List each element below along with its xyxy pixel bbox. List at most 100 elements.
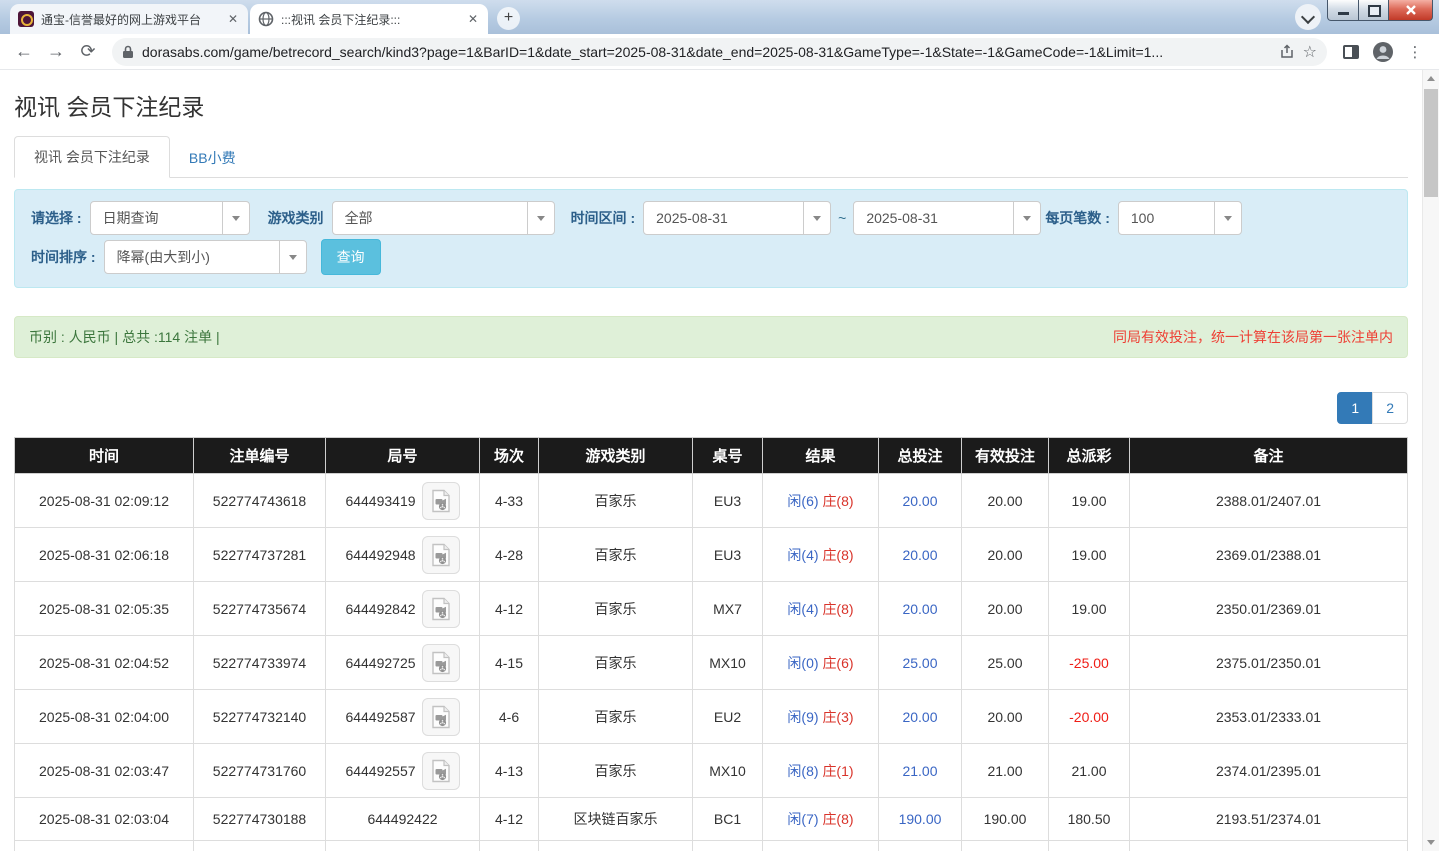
- cell-payout: 21.00: [1048, 743, 1130, 798]
- video-replay-button[interactable]: [421, 751, 460, 790]
- close-icon[interactable]: ✕: [466, 12, 480, 26]
- side-panel-icon[interactable]: [1337, 38, 1365, 66]
- date-range-tilde: ~: [838, 210, 847, 226]
- date-end-select[interactable]: 2025-08-31: [853, 201, 1042, 235]
- cell-result: 闲(6) 庄(8): [762, 473, 879, 528]
- video-replay-button[interactable]: [421, 697, 460, 736]
- cell-table-number: MX10: [692, 743, 763, 798]
- result-player: 闲(0): [787, 654, 819, 671]
- pagination-page-2[interactable]: 2: [1372, 392, 1408, 424]
- column-header: 游戏类别: [538, 437, 693, 474]
- column-header: 总派彩: [1048, 437, 1130, 474]
- bookmark-star-icon[interactable]: ☆: [1303, 42, 1317, 62]
- column-header: 注单编号: [193, 437, 326, 474]
- scrollbar-up-icon[interactable]: [1423, 70, 1439, 87]
- pagination-page-1[interactable]: 1: [1337, 392, 1374, 424]
- cell-payout: 19.00: [1048, 527, 1130, 582]
- summary-currency-total: 币别 : 人民币 | 总共 :114 注单 |: [29, 329, 220, 345]
- filter-panel: 请选择 : 日期查询 游戏类别 全部 时间区间 : 2025-08-31 ~ 2…: [14, 189, 1408, 288]
- page-size-select[interactable]: 100: [1117, 201, 1242, 235]
- cell-session: 4-15: [479, 635, 539, 690]
- tab-bb-tips[interactable]: BB小费: [170, 138, 255, 178]
- cell-total-bet: 300.00: [878, 840, 962, 851]
- scrollbar-thumb[interactable]: [1424, 89, 1438, 197]
- cell-session: 4-12: [479, 797, 539, 841]
- menu-kebab-icon[interactable]: ⋮: [1401, 38, 1429, 66]
- share-icon[interactable]: [1279, 43, 1295, 60]
- browser-tab-1[interactable]: 通宝-信誉最好的网上游戏平台 ✕: [10, 4, 248, 34]
- cell-session: 4-28: [479, 527, 539, 582]
- total-bet-link[interactable]: 20.00: [902, 601, 937, 617]
- cell-valid-bet: 190.00: [961, 797, 1049, 841]
- cell-note: 2353.01/2333.01: [1129, 689, 1408, 744]
- filter-label-game-type: 游戏类别: [267, 210, 324, 226]
- forward-icon[interactable]: →: [42, 38, 70, 66]
- cell-game-type: 百家乐: [538, 527, 693, 582]
- total-bet-link[interactable]: 21.00: [902, 763, 937, 779]
- video-replay-button[interactable]: [421, 589, 460, 628]
- cell-note: 2350.01/2369.01: [1129, 581, 1408, 636]
- video-replay-button[interactable]: [421, 643, 460, 682]
- scrollbar-down-icon[interactable]: [1423, 834, 1439, 851]
- column-header: 局号: [325, 437, 480, 474]
- cell-round-number: 644492422: [325, 797, 480, 841]
- cell-total-bet: 20.00: [878, 689, 962, 744]
- query-type-select[interactable]: 日期查询: [89, 201, 250, 235]
- cell-time: 2025-08-31 02:06:18: [14, 527, 194, 582]
- cell-payout: 19.00: [1048, 473, 1130, 528]
- cell-payout: 180.50: [1048, 797, 1130, 841]
- summary-note: 同局有效投注，统一计算在该局第一张注单内: [1113, 329, 1393, 345]
- browser-tab-title: :::视讯 会员下注纪录:::: [281, 12, 401, 27]
- window-close-button[interactable]: [1389, 0, 1433, 21]
- game-type-select[interactable]: 全部: [331, 201, 555, 235]
- page-scrollbar[interactable]: [1422, 70, 1439, 851]
- chevron-down-icon: [1013, 202, 1040, 234]
- window-restore-button[interactable]: [1359, 0, 1389, 21]
- chevron-down-icon: [526, 202, 554, 234]
- date-start-select[interactable]: 2025-08-31: [643, 201, 832, 235]
- cell-game-type: 百家乐: [538, 581, 693, 636]
- cell-valid-bet: 21.00: [961, 743, 1049, 798]
- cell-table-number: MX7: [692, 581, 763, 636]
- cell-bet-number: 522774732140: [193, 689, 326, 744]
- profile-avatar-icon[interactable]: [1369, 38, 1397, 66]
- cell-time: 2025-08-31 02:09:12: [14, 473, 194, 528]
- new-tab-button[interactable]: +: [497, 7, 520, 30]
- search-button[interactable]: 查询: [320, 239, 381, 275]
- tab-bet-records[interactable]: 视讯 会员下注纪录: [14, 136, 170, 178]
- result-banker: 庄(3): [822, 708, 854, 725]
- cell-note: 2369.01/2388.01: [1129, 527, 1408, 582]
- table-row: 2025-08-31 02:03:04 522774730188 6444924…: [14, 797, 1408, 841]
- cell-game-type: 区块链百家乐: [538, 797, 693, 841]
- video-replay-button[interactable]: [421, 535, 460, 574]
- cell-round-number: 644492587: [325, 689, 480, 744]
- back-icon[interactable]: ←: [10, 38, 38, 66]
- cell-time: 2025-08-31 02:04:52: [14, 635, 194, 690]
- cell-time: 2025-08-31 02:01:48: [14, 840, 194, 851]
- cell-game-type: 百家乐: [538, 743, 693, 798]
- column-header: 备注: [1129, 437, 1408, 474]
- sort-order-select[interactable]: 降幂(由大到小): [103, 240, 307, 274]
- close-icon[interactable]: ✕: [226, 12, 240, 26]
- total-bet-link[interactable]: 20.00: [902, 547, 937, 563]
- video-replay-button[interactable]: [421, 481, 460, 520]
- cell-round-number: 644492842: [325, 581, 480, 636]
- reload-icon[interactable]: ⟳: [74, 38, 102, 66]
- filter-label-select: 请选择 :: [31, 210, 82, 226]
- cell-valid-bet: 20.00: [961, 527, 1049, 582]
- total-bet-link[interactable]: 20.00: [902, 493, 937, 509]
- window-minimize-button[interactable]: [1327, 0, 1359, 21]
- table-row: 2025-08-31 02:09:12 522774743618 6444934…: [14, 473, 1408, 528]
- window-controls: [1327, 0, 1433, 21]
- cell-note: 2193.51/2374.01: [1129, 797, 1408, 841]
- total-bet-link[interactable]: 25.00: [902, 655, 937, 671]
- cell-bet-number: 522774735674: [193, 581, 326, 636]
- cell-game-type: 百家乐: [538, 473, 693, 528]
- total-bet-link[interactable]: 20.00: [902, 709, 937, 725]
- result-banker: 庄(8): [822, 492, 854, 509]
- total-bet-link[interactable]: 190.00: [899, 811, 942, 827]
- tab-search-chevron-icon[interactable]: [1295, 4, 1321, 30]
- browser-tab-2[interactable]: :::视讯 会员下注纪录::: ✕: [250, 4, 488, 34]
- address-bar[interactable]: dorasabs.com/game/betrecord_search/kind3…: [112, 37, 1327, 66]
- column-header: 时间: [14, 437, 194, 474]
